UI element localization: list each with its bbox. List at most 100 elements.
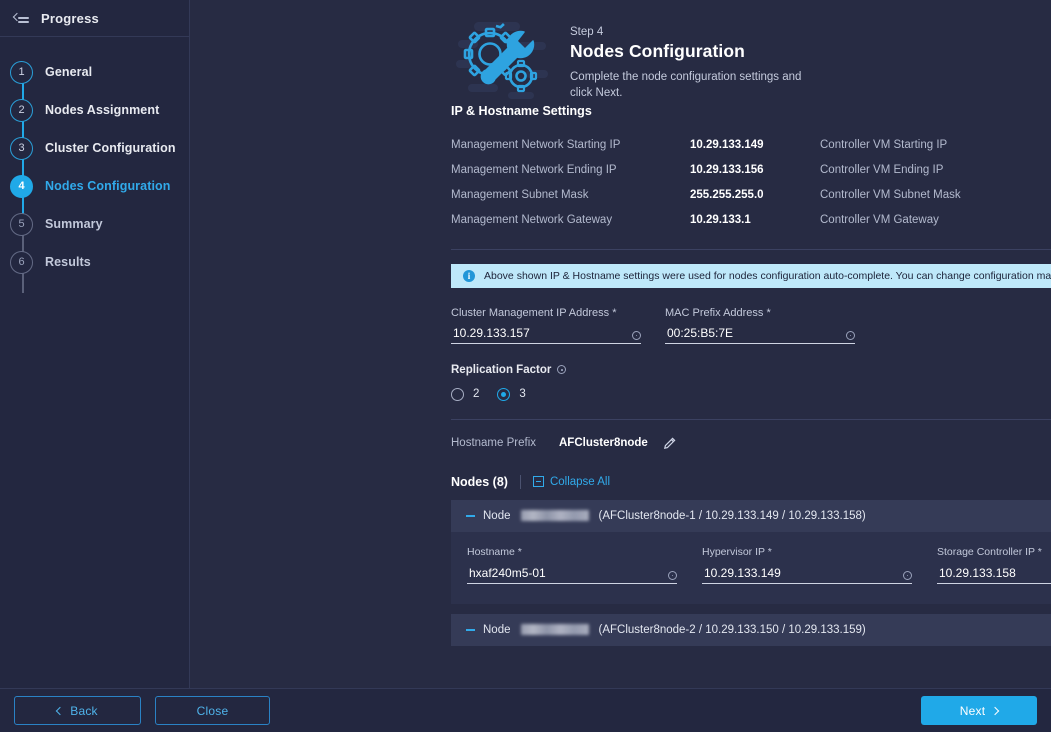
ip-label: Controller VM Subnet Mask (820, 188, 961, 201)
ip-value: 10.29.133.156 (690, 163, 764, 176)
step-label-cluster-configuration: Cluster Configuration (45, 141, 176, 155)
step-label-general: General (45, 65, 93, 79)
node-hypervisor-ip-input[interactable] (702, 565, 912, 582)
ip-label: Controller VM Gateway (820, 214, 939, 227)
sidebar-item-nodes-assignment[interactable]: 2 Nodes Assignment (0, 91, 189, 129)
mac-prefix-input[interactable] (665, 325, 855, 342)
table-row: Controller VM Ending IP 10.29.133.165 (810, 157, 1051, 182)
table-row: Controller VM Starting IP 10.29.133.158 (810, 132, 1051, 157)
sidebar-item-summary[interactable]: 5 Summary (0, 205, 189, 243)
divider (519, 474, 521, 489)
close-button[interactable]: Close (155, 696, 270, 725)
radio-button[interactable] (497, 387, 511, 401)
cluster-management-ip-input[interactable] (451, 325, 641, 342)
field-label: MAC Prefix Address * (665, 306, 771, 319)
hostname-prefix-value: AFCluster8node (559, 437, 648, 450)
step-label-nodes-configuration: Nodes Configuration (45, 179, 171, 193)
sidebar-item-cluster-configuration[interactable]: 3 Cluster Configuration (0, 129, 189, 167)
step-badge-5: 5 (10, 212, 33, 236)
nodes-count-title: Nodes (8) (451, 474, 508, 489)
step-badge-4: 4 (10, 174, 33, 198)
sidebar-item-general[interactable]: 1 General (0, 53, 189, 91)
table-row: Management Network Starting IP 10.29.133… (451, 132, 810, 157)
node-storage-controller-ip-input[interactable] (937, 565, 1051, 582)
step-label-results: Results (45, 255, 91, 269)
ip-label: Management Network Starting IP (451, 138, 621, 151)
node-header-2[interactable]: Node (AFCluster8node-2 / 10.29.133.150 /… (451, 613, 1051, 646)
minus-icon[interactable] (466, 628, 475, 631)
sidebar-item-results[interactable]: 6 Results (0, 243, 189, 281)
node-body-1: Hostname * Hypervisor IP * (451, 531, 1051, 604)
next-button[interactable]: Next (921, 696, 1037, 725)
info-icon[interactable] (557, 365, 567, 375)
node-word: Node (483, 623, 511, 636)
step-badge-2: 2 (10, 98, 33, 122)
cluster-install-wizard: Progress 1 General 2 Nodes Assignment 3 … (0, 0, 1051, 732)
ip-label: Management Network Ending IP (451, 163, 617, 176)
mac-prefix-field: MAC Prefix Address * (665, 307, 855, 344)
info-icon[interactable] (846, 330, 855, 340)
replication-factor-option-2[interactable]: 2 (451, 387, 480, 401)
ip-value: 10.29.133.1 (690, 214, 751, 227)
hostname-prefix-row: Hostname Prefix AFCluster8node (451, 436, 1051, 451)
field-label: Hypervisor IP * (702, 545, 772, 558)
table-row: Controller VM Gateway 10.29.133.1 (810, 208, 1051, 233)
chevron-left-icon (56, 706, 65, 715)
ip-label: Controller VM Starting IP (820, 138, 948, 151)
sidebar-title: Progress (41, 10, 99, 26)
cluster-fields-row: Cluster Management IP Address * MAC Pref… (451, 307, 1051, 344)
ip-hostname-section-title: IP & Hostname Settings (451, 104, 592, 118)
box-minus-icon (532, 476, 544, 488)
gear-wrench-icon (452, 14, 552, 104)
node-meta: (AFCluster8node-2 / 10.29.133.150 / 10.2… (598, 623, 866, 636)
replication-factor-options: 2 3 (451, 387, 1051, 401)
ip-value: 10.29.133.149 (690, 138, 764, 151)
nodes-header: Nodes (8) Collapse All (451, 474, 1051, 489)
step-badge-6: 6 (10, 250, 33, 274)
progress-steps: 1 General 2 Nodes Assignment 3 Cluster C… (0, 37, 189, 293)
minus-icon[interactable] (466, 514, 475, 517)
replication-factor-option-3[interactable]: 3 (497, 387, 526, 401)
step-label-nodes-assignment: Nodes Assignment (45, 103, 160, 117)
wizard-footer: Back Close Next (0, 688, 1051, 732)
step-label-summary: Summary (45, 217, 103, 231)
sidebar-header: Progress (0, 0, 189, 37)
step-hero: Step 4 Nodes Configuration Complete the … (190, 0, 1051, 104)
radio-button[interactable] (451, 387, 464, 401)
radio-label: 2 (473, 388, 480, 401)
node-panel-2: Node (AFCluster8node-2 / 10.29.133.150 /… (451, 613, 1051, 646)
field-label: Storage Controller IP * (937, 545, 1042, 558)
table-row: Management Subnet Mask 255.255.255.0 (451, 182, 810, 207)
close-button-label: Close (196, 703, 229, 718)
node-word: Node (483, 509, 511, 522)
field-label: Cluster Management IP Address * (451, 306, 617, 319)
collapse-all-button[interactable]: Collapse All (532, 476, 610, 488)
info-banner-text: Above shown IP & Hostname settings were … (484, 269, 1051, 282)
pencil-icon[interactable] (662, 436, 677, 451)
node-panel-1: Node (AFCluster8node-1 / 10.29.133.149 /… (451, 499, 1051, 604)
table-row: Management Network Ending IP 10.29.133.1… (451, 157, 810, 182)
main-content: Step 4 Nodes Configuration Complete the … (190, 0, 1051, 688)
table-row: Management Network Gateway 10.29.133.1 (451, 208, 810, 233)
table-row: Controller VM Subnet Mask 255.255.255.0 (810, 182, 1051, 207)
step-hero-text: Step 4 Nodes Configuration Complete the … (570, 14, 810, 104)
replication-factor-label: Replication Factor (451, 363, 552, 376)
sidebar-item-nodes-configuration[interactable]: 4 Nodes Configuration (0, 167, 189, 205)
back-button-label: Back (70, 703, 98, 718)
node-name-redacted (520, 624, 589, 636)
replication-factor-block: Replication Factor 2 3 (451, 364, 1051, 401)
collapse-panel-icon[interactable] (12, 11, 30, 25)
info-icon[interactable] (632, 330, 641, 340)
info-icon[interactable] (668, 570, 677, 580)
field-label: Hostname * (467, 545, 522, 558)
divider (451, 418, 1051, 420)
hostname-prefix-label: Hostname Prefix (451, 437, 537, 450)
node-header-1[interactable]: Node (AFCluster8node-1 / 10.29.133.149 /… (451, 499, 1051, 532)
node-meta: (AFCluster8node-1 / 10.29.133.149 / 10.2… (598, 509, 866, 522)
node-hostname-field: Hostname * (467, 546, 677, 584)
info-icon[interactable] (903, 570, 912, 580)
node-hostname-input[interactable] (467, 565, 677, 582)
back-button[interactable]: Back (14, 696, 141, 725)
ip-label: Management Subnet Mask (451, 188, 589, 201)
next-button-label: Next (959, 703, 986, 718)
